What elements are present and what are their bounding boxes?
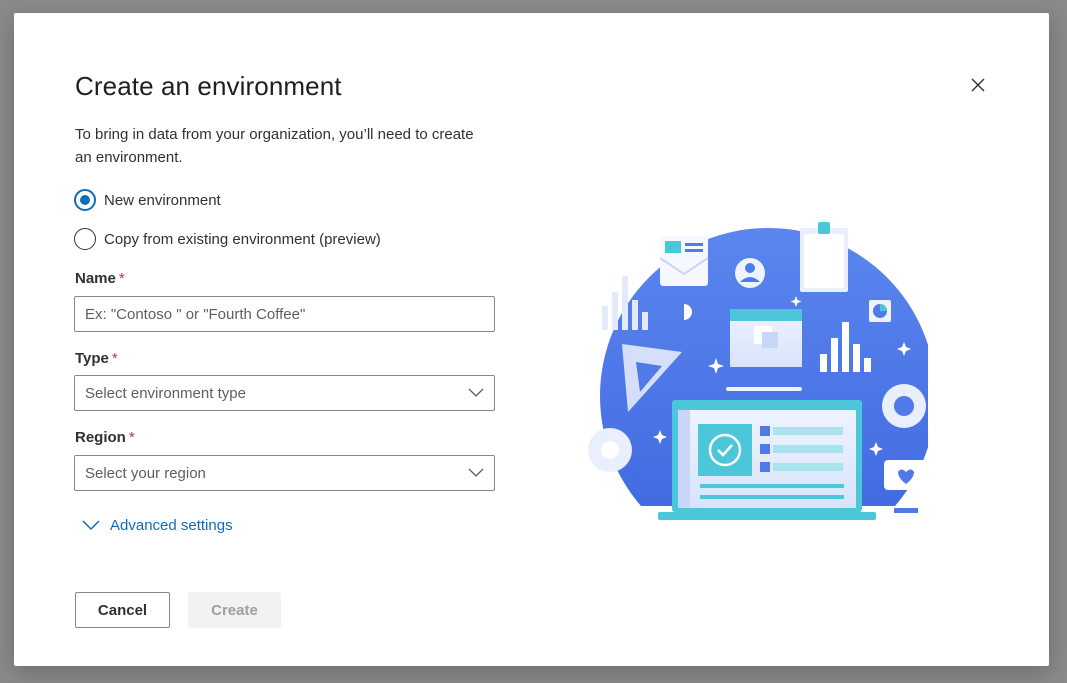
user-icon [735,258,765,288]
radio-label: New environment [104,191,221,209]
advanced-settings-label: Advanced settings [110,517,233,534]
dialog-subtitle: To bring in data from your organization,… [75,126,474,166]
radio-copy-environment[interactable]: Copy from existing environment (preview) [74,228,381,250]
name-input[interactable] [74,296,495,332]
region-dropdown-placeholder: Select your region [85,464,206,482]
calendar-icon [730,309,802,367]
dialog-title: Create an environment [75,71,342,101]
create-environment-dialog: Create an environment To bring in data f… [14,13,1049,666]
radio-button[interactable] [74,228,96,250]
donut-chart-icon [588,428,632,472]
region-label: Region * [75,429,135,446]
pie-chart-icon [869,300,891,322]
region-label-text: Region [75,429,126,446]
clipboard-icon [800,222,848,292]
name-label-text: Name [75,270,116,287]
cancel-button[interactable]: Cancel [75,592,170,628]
type-label-text: Type [75,350,109,367]
required-mark: * [111,350,118,367]
laptop-icon [658,400,876,520]
radio-button-checked[interactable] [74,189,96,211]
type-dropdown[interactable]: Select environment type [74,375,495,411]
name-label: Name * [75,270,125,287]
chevron-down-icon [468,388,484,397]
close-icon [971,78,985,92]
region-dropdown[interactable]: Select your region [74,455,495,491]
environment-illustration [568,222,928,526]
chevron-down-icon [468,468,484,477]
required-mark: * [128,429,135,446]
type-dropdown-placeholder: Select environment type [85,384,246,402]
radio-label: Copy from existing environment (preview) [104,230,381,248]
pencil-icon [726,387,802,391]
type-label: Type * [75,350,118,367]
donut-chart-icon [882,384,926,428]
chevron-down-icon [82,520,100,531]
envelope-icon [659,236,709,286]
advanced-settings-toggle[interactable]: Advanced settings [82,517,233,534]
close-button[interactable] [964,71,992,99]
radio-new-environment[interactable]: New environment [74,189,221,211]
create-button[interactable]: Create [188,592,281,628]
required-mark: * [118,270,125,287]
